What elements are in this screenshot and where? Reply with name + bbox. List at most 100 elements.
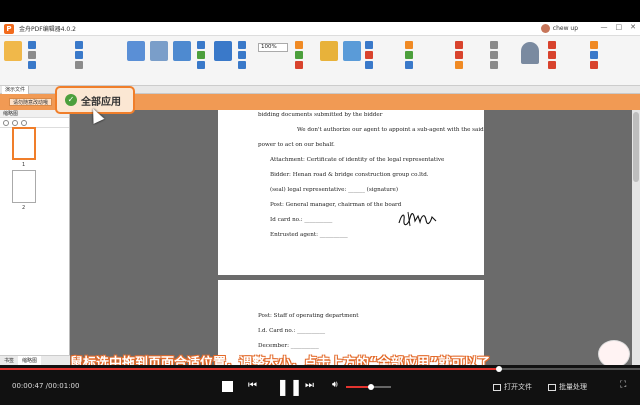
tool-button-3[interactable] <box>295 60 303 70</box>
annotate-button-2[interactable] <box>405 50 413 60</box>
thumb-zoom-out-icon[interactable] <box>12 119 18 126</box>
user-box[interactable]: chew up <box>540 24 578 33</box>
shape-button-2[interactable] <box>455 50 463 60</box>
insert-button-3[interactable] <box>365 60 373 70</box>
document-viewer[interactable]: bidding documents submitted by the bidde… <box>70 110 633 365</box>
doc-line: Bidder: Henan road & bridge construction… <box>270 172 429 178</box>
extract-icon <box>365 61 373 69</box>
batch-process-button[interactable]: 批量处理 <box>548 382 587 392</box>
sign-button-3[interactable] <box>548 60 556 70</box>
tool-button-1[interactable] <box>295 40 303 50</box>
thumbnail-page-2[interactable] <box>12 170 36 203</box>
shape-button-3[interactable] <box>455 60 463 70</box>
print-button[interactable] <box>28 50 36 60</box>
encrypt-icon <box>548 61 556 69</box>
volume-slider[interactable] <box>346 384 391 390</box>
ribbon-group-help <box>590 40 598 70</box>
thumb-zoom-in-icon[interactable] <box>3 119 9 126</box>
text-tool-button[interactable] <box>318 41 340 63</box>
open-button[interactable] <box>28 40 36 50</box>
measure-button-3[interactable] <box>490 60 498 70</box>
zoom-in-button[interactable] <box>238 40 246 50</box>
video-player-controls: 00:00:47 /00:01:00 ⏮ ❚❚ ⏭ 🔊︎ 打开文件 批量处理 ⛶ <box>0 365 640 405</box>
zoom-out-button[interactable] <box>238 50 246 60</box>
hand-tool-icon <box>127 41 145 61</box>
insert-button-2[interactable] <box>365 50 373 60</box>
avatar[interactable] <box>540 24 550 33</box>
image-icon <box>343 41 361 61</box>
redo-button[interactable] <box>75 50 83 60</box>
thumb-rotate-icon[interactable] <box>21 119 27 126</box>
image-tool-button[interactable] <box>341 41 363 63</box>
tab-thumbnails[interactable]: 缩略图 <box>18 356 42 365</box>
document-page-1: bidding documents submitted by the bidde… <box>218 110 484 275</box>
save-button[interactable] <box>28 60 36 70</box>
print-icon <box>28 51 36 59</box>
shape-button-1[interactable] <box>455 40 463 50</box>
progress-handle[interactable] <box>496 366 503 372</box>
help-button-2[interactable] <box>590 50 598 60</box>
measure-button-1[interactable] <box>490 40 498 50</box>
help-icon <box>590 41 598 49</box>
page-view-button[interactable] <box>212 41 234 63</box>
measure-icon <box>490 41 498 49</box>
user-name: chew up <box>552 25 578 32</box>
select-tool-button[interactable] <box>148 41 170 63</box>
annotate-button-3[interactable] <box>405 60 413 70</box>
tab-bookmarks[interactable]: 书签 <box>0 356 18 365</box>
sign-button-2[interactable] <box>548 50 556 60</box>
watermark-item-label[interactable]: 请勿随意改动哦 <box>9 98 53 106</box>
copy-button[interactable] <box>75 60 83 70</box>
view-button-3[interactable] <box>197 60 205 70</box>
snapshot-icon <box>295 61 303 69</box>
maximize-icon[interactable]: □ <box>616 23 623 31</box>
volume-handle[interactable] <box>367 384 374 390</box>
save-icon <box>28 61 36 69</box>
view-button-2[interactable] <box>197 50 205 60</box>
hand-tool-button[interactable] <box>125 41 147 63</box>
help-button-1[interactable] <box>590 40 598 50</box>
help-button-3[interactable] <box>590 60 598 70</box>
file-button[interactable] <box>2 41 24 63</box>
insert-button-1[interactable] <box>365 40 373 50</box>
close-icon[interactable]: ✕ <box>630 23 636 31</box>
copy-icon <box>75 61 83 69</box>
doc-line: (seal) legal representative: ______ (sig… <box>270 187 399 193</box>
tab-document[interactable]: 演示文件 <box>2 86 30 94</box>
tool-button-2[interactable] <box>295 50 303 60</box>
zoom-input[interactable]: 100% <box>258 43 288 52</box>
watermark-icon <box>548 51 556 59</box>
annotate-button-1[interactable] <box>405 40 413 50</box>
panel-bottom-tabs: 书签 缩略图 <box>0 355 70 365</box>
thumbnail-page-number: 1 <box>22 162 26 168</box>
apply-all-label: 全部应用 <box>81 96 121 108</box>
check-icon: ✓ <box>65 94 77 106</box>
ribbon-group-sign <box>548 40 556 70</box>
view-button-1[interactable] <box>197 40 205 50</box>
undo-button[interactable] <box>75 40 83 50</box>
ribbon-group-view <box>197 40 205 70</box>
progress-bar[interactable] <box>0 366 640 372</box>
doc-line: Attachment: Certificate of identity of t… <box>270 157 445 163</box>
measure-button-2[interactable] <box>490 50 498 60</box>
thumbnail-page-1[interactable] <box>12 127 36 160</box>
scrollbar-thumb[interactable] <box>633 112 639 182</box>
next-button[interactable]: ⏭ <box>305 380 314 391</box>
minimize-icon[interactable]: — <box>601 23 608 31</box>
previous-button[interactable]: ⏮ <box>248 380 257 391</box>
doc-line: I.d. Card no.: __________ <box>258 328 326 334</box>
pause-button[interactable]: ❚❚ <box>276 377 303 396</box>
link-icon <box>295 51 303 59</box>
fullscreen-icon[interactable]: ⛶ <box>620 380 626 390</box>
doc-line: December: __________ <box>258 343 319 349</box>
stop-button[interactable] <box>222 381 233 392</box>
open-file-button[interactable]: 打开文件 <box>493 382 532 392</box>
stamp-icon[interactable] <box>521 42 539 64</box>
fit-page-button[interactable] <box>238 60 246 70</box>
file-icon <box>4 41 22 61</box>
zoom-tool-button[interactable] <box>171 41 193 63</box>
handwritten-signature[interactable] <box>396 208 440 230</box>
volume-icon[interactable]: 🔊︎ <box>332 380 338 390</box>
sign-button-1[interactable] <box>548 40 556 50</box>
ribbon-group-annotate <box>405 40 413 70</box>
